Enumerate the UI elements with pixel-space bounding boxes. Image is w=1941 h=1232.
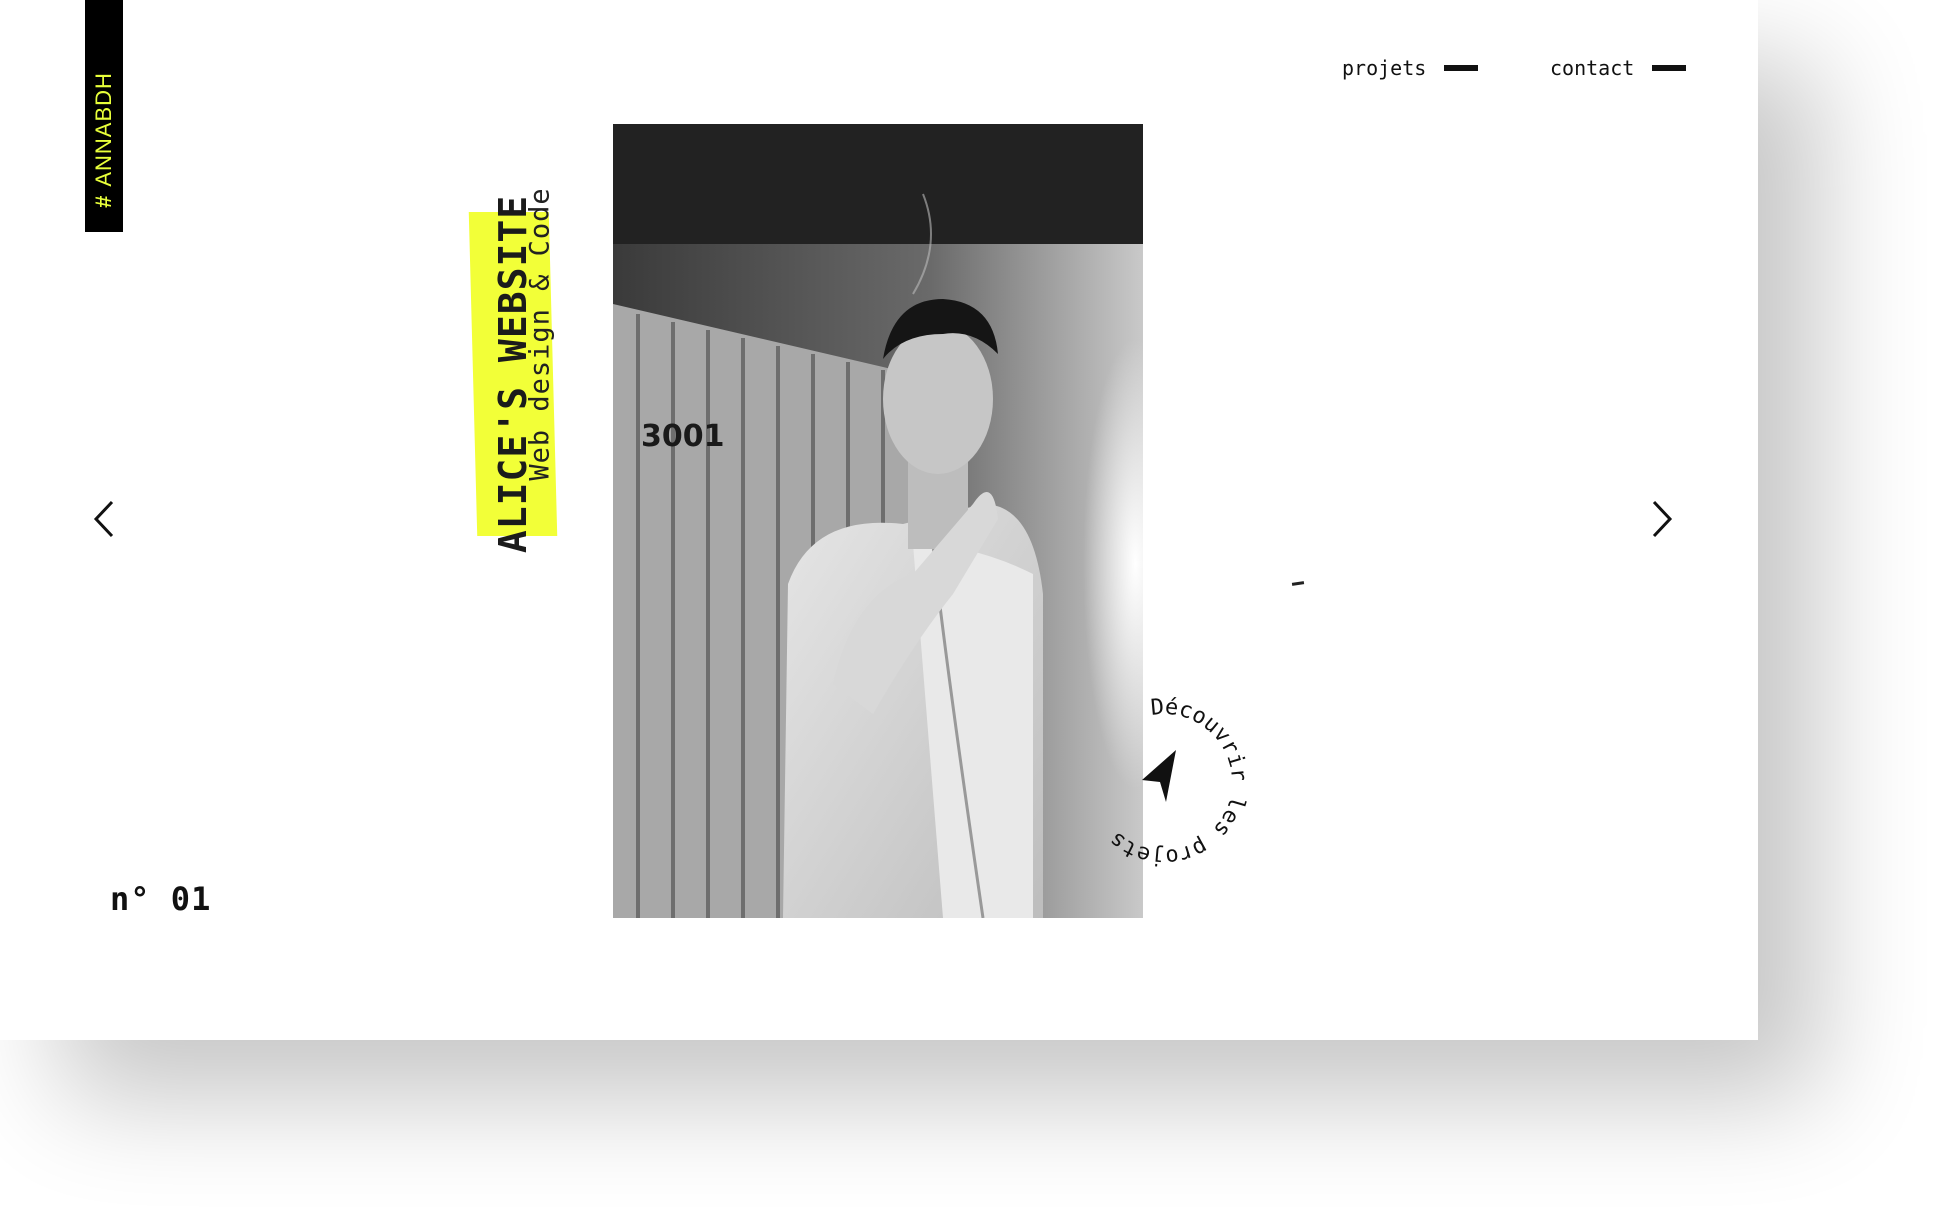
dash-icon xyxy=(1652,65,1687,71)
slide-counter: n° 01 xyxy=(110,880,212,918)
hero-photo: 3001 xyxy=(613,124,1143,918)
circular-cta-svg: Découvrir les projets xyxy=(1105,695,1251,869)
photo-number: 3001 xyxy=(641,419,725,454)
circle-cta-text: Découvrir les projets xyxy=(1105,695,1251,869)
brand-tag-text: ANNABDH xyxy=(91,72,116,187)
hero-subtitle: Web design & Code xyxy=(524,187,556,481)
circle-cta-label: Découvrir les projets xyxy=(1105,695,1251,869)
page-card: #ANNABDH projets contact ALICE'S WEBSITE… xyxy=(0,0,1758,1040)
portrait-image: 3001 xyxy=(613,124,1143,918)
nav-contact-label: contact xyxy=(1550,56,1635,80)
discover-projects-button[interactable]: Découvrir les projets xyxy=(1074,692,1254,872)
previous-slide-button[interactable] xyxy=(86,496,126,542)
next-slide-button[interactable] xyxy=(1640,496,1680,542)
hash-symbol: # xyxy=(91,194,116,208)
navigation-arrow-icon xyxy=(1142,750,1176,802)
chevron-right-icon xyxy=(1652,500,1673,538)
decor-speck xyxy=(1291,581,1305,586)
nav-projets-label: projets xyxy=(1342,56,1427,80)
nav-contact-link[interactable]: contact xyxy=(1550,56,1687,80)
nav-projets-link[interactable]: projets xyxy=(1342,56,1479,80)
brand-tag-label: # ANNABDH xyxy=(91,72,117,208)
chevron-left-icon xyxy=(93,500,114,538)
dash-icon xyxy=(1444,65,1479,71)
